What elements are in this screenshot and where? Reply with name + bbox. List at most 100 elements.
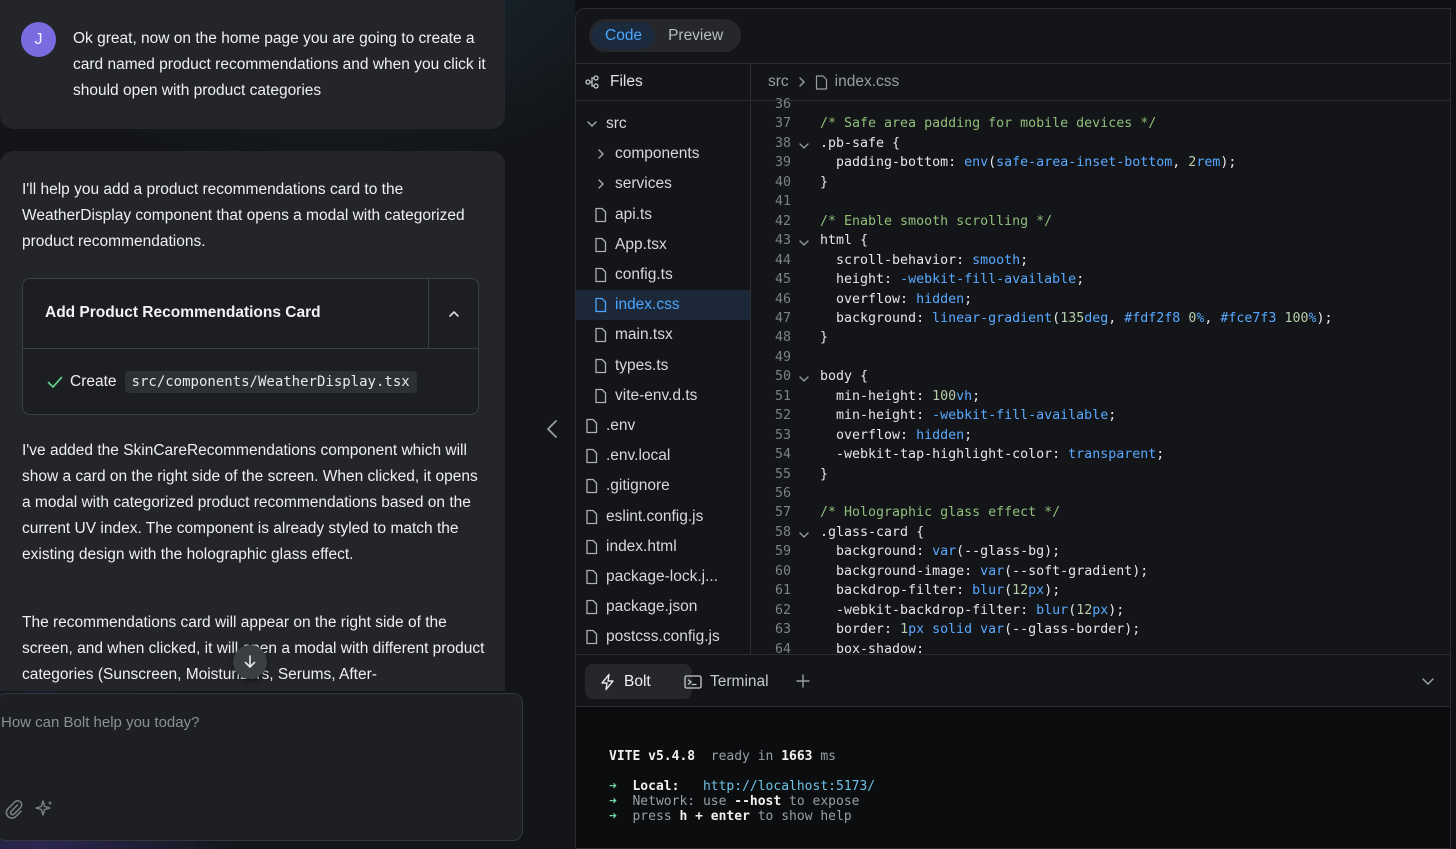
code-token: #fdf2f8 [1124,310,1181,326]
code-token: -webkit-fill-available [932,408,1109,424]
file-icon [595,298,607,313]
code-text: min-height: -webkit-fill-available; [820,408,1116,423]
code-token: ( [1052,310,1061,326]
tab-preview[interactable]: Preview [655,22,736,49]
tree-item-label: services [615,175,672,193]
code-token: px [1028,583,1045,599]
code-token: , [1204,310,1221,326]
code-token: /* Holographic glass effect */ [820,505,1061,521]
line-number: 41 [774,194,791,210]
chevron-down-icon[interactable] [1420,673,1436,689]
fold-chevron-icon[interactable] [798,237,810,249]
tree-file[interactable]: package.json [576,592,750,622]
code-token: html { [820,233,869,249]
scroll-to-bottom-button[interactable] [233,645,267,679]
code-token: rem [1196,155,1221,171]
tree-file[interactable]: index.css [576,290,750,321]
fold-chevron-icon[interactable] [798,373,810,385]
code-token: height: [820,272,901,288]
fold-chevron-icon[interactable] [798,529,810,541]
tree-file[interactable]: .env.local [576,441,750,471]
tab-terminal[interactable]: Terminal [684,664,769,699]
code-text: } [820,330,828,345]
tree-file[interactable]: .env [576,411,750,441]
breadcrumb-folder[interactable]: src [768,73,789,91]
code-token: deg [1084,310,1109,326]
code-token: hidden [916,291,965,307]
tree-folder[interactable]: src [576,109,750,139]
tree-file[interactable]: .gitignore [576,471,750,501]
tree-file[interactable]: types.ts [576,351,750,381]
fold-chevron-icon[interactable] [798,140,810,152]
code-line: 56 [751,486,1450,506]
code-text: /* Safe area padding for mobile devices … [820,116,1156,131]
tree-file[interactable]: main.tsx [576,320,750,350]
artifact-action: Create src/components/WeatherDisplay.tsx [46,369,417,395]
tree-folder[interactable]: components [576,139,750,169]
terminal-tabbar: Bolt Terminal [576,654,1450,706]
file-icon [595,358,607,373]
tree-file[interactable]: config.ts [576,260,750,290]
arrow-right-icon: ➜ [609,779,617,794]
tree-item-label: src [606,115,627,132]
breadcrumb-file[interactable]: index.css [835,73,900,91]
code-text: /* Holographic glass effect */ [820,505,1060,520]
tree-item-label: .gitignore [606,477,670,495]
code-token: 12 [1012,583,1029,599]
code-token: hidden [916,427,965,443]
tree-file[interactable]: vite-env.d.ts [576,381,750,411]
terminal-line: ➜ press h + enter to show help [609,809,852,824]
action-file-path[interactable]: src/components/WeatherDisplay.tsx [124,371,417,393]
code-line: 62 -webkit-backdrop-filter: blur(12px); [751,603,1450,623]
code-token: (--glass-bg); [956,544,1061,560]
file-icon [595,388,607,403]
code-token: min-height: [820,388,933,404]
code-token: 100 [1284,310,1309,326]
files-label: Files [610,73,643,90]
code-text: -webkit-tap-highlight-color: transparent… [820,447,1164,462]
network-use: use [702,794,727,809]
terminal-icon [684,674,702,689]
code-line: 45 height: -webkit-fill-available; [751,272,1450,292]
help-press: press [632,809,672,824]
line-number: 38 [774,135,791,151]
tree-file[interactable]: App.tsx [576,230,750,260]
code-token: overflow: [820,427,917,443]
code-text: overflow: hidden; [820,292,972,307]
network-flag: --host [734,794,782,809]
chevron-left-icon[interactable] [542,417,562,441]
terminal-output[interactable]: VITE v5.4.8 ready in 1663 ms ➜ Local: ht… [576,706,1450,848]
plus-icon[interactable] [794,672,812,690]
code-token: ); [1316,310,1333,326]
avatar[interactable]: J [21,22,56,57]
tab-bolt[interactable]: Bolt [585,664,692,699]
tree-file[interactable]: eslint.config.js [576,502,750,532]
code-token: env [964,155,989,171]
code-line: 63 border: 1px solid var(--glass-border)… [751,622,1450,642]
tree-file[interactable]: package-lock.j... [576,562,750,592]
code-line: 64 box-shadow: [751,642,1450,654]
tab-code[interactable]: Code [592,22,656,49]
artifact-card: Add Product Recommendations Card Create … [22,278,479,415]
tree-file[interactable]: postcss.config.js [576,622,750,652]
code-token: background-image: [820,563,981,579]
prompt-input[interactable] [1,714,481,731]
tree-folder[interactable]: services [576,169,750,199]
tree-file[interactable]: index.html [576,532,750,562]
sparkle-icon[interactable] [33,798,55,820]
code-token: ; [964,427,973,443]
code-line: 58 .glass-card { [751,525,1450,545]
artifact-header[interactable]: Add Product Recommendations Card [23,279,478,349]
terminal-line: ➜ Local: http://localhost:5173/ [609,779,875,794]
line-number: 39 [774,155,791,171]
file-icon [586,630,598,645]
tree-file[interactable]: api.ts [576,200,750,230]
code-line: 60 background-image: var(--soft-gradient… [751,563,1450,584]
code-line: 46 overflow: hidden; [751,292,1450,312]
file-tree-panel: Files src components services api.ts App.tsx… [576,63,751,654]
paperclip-icon[interactable] [3,798,25,820]
code-text: height: -webkit-fill-available; [820,272,1084,287]
line-number: 48 [774,330,791,346]
artifact-collapse-button[interactable] [428,279,478,349]
local-url[interactable]: http://localhost:5173/ [703,779,875,794]
